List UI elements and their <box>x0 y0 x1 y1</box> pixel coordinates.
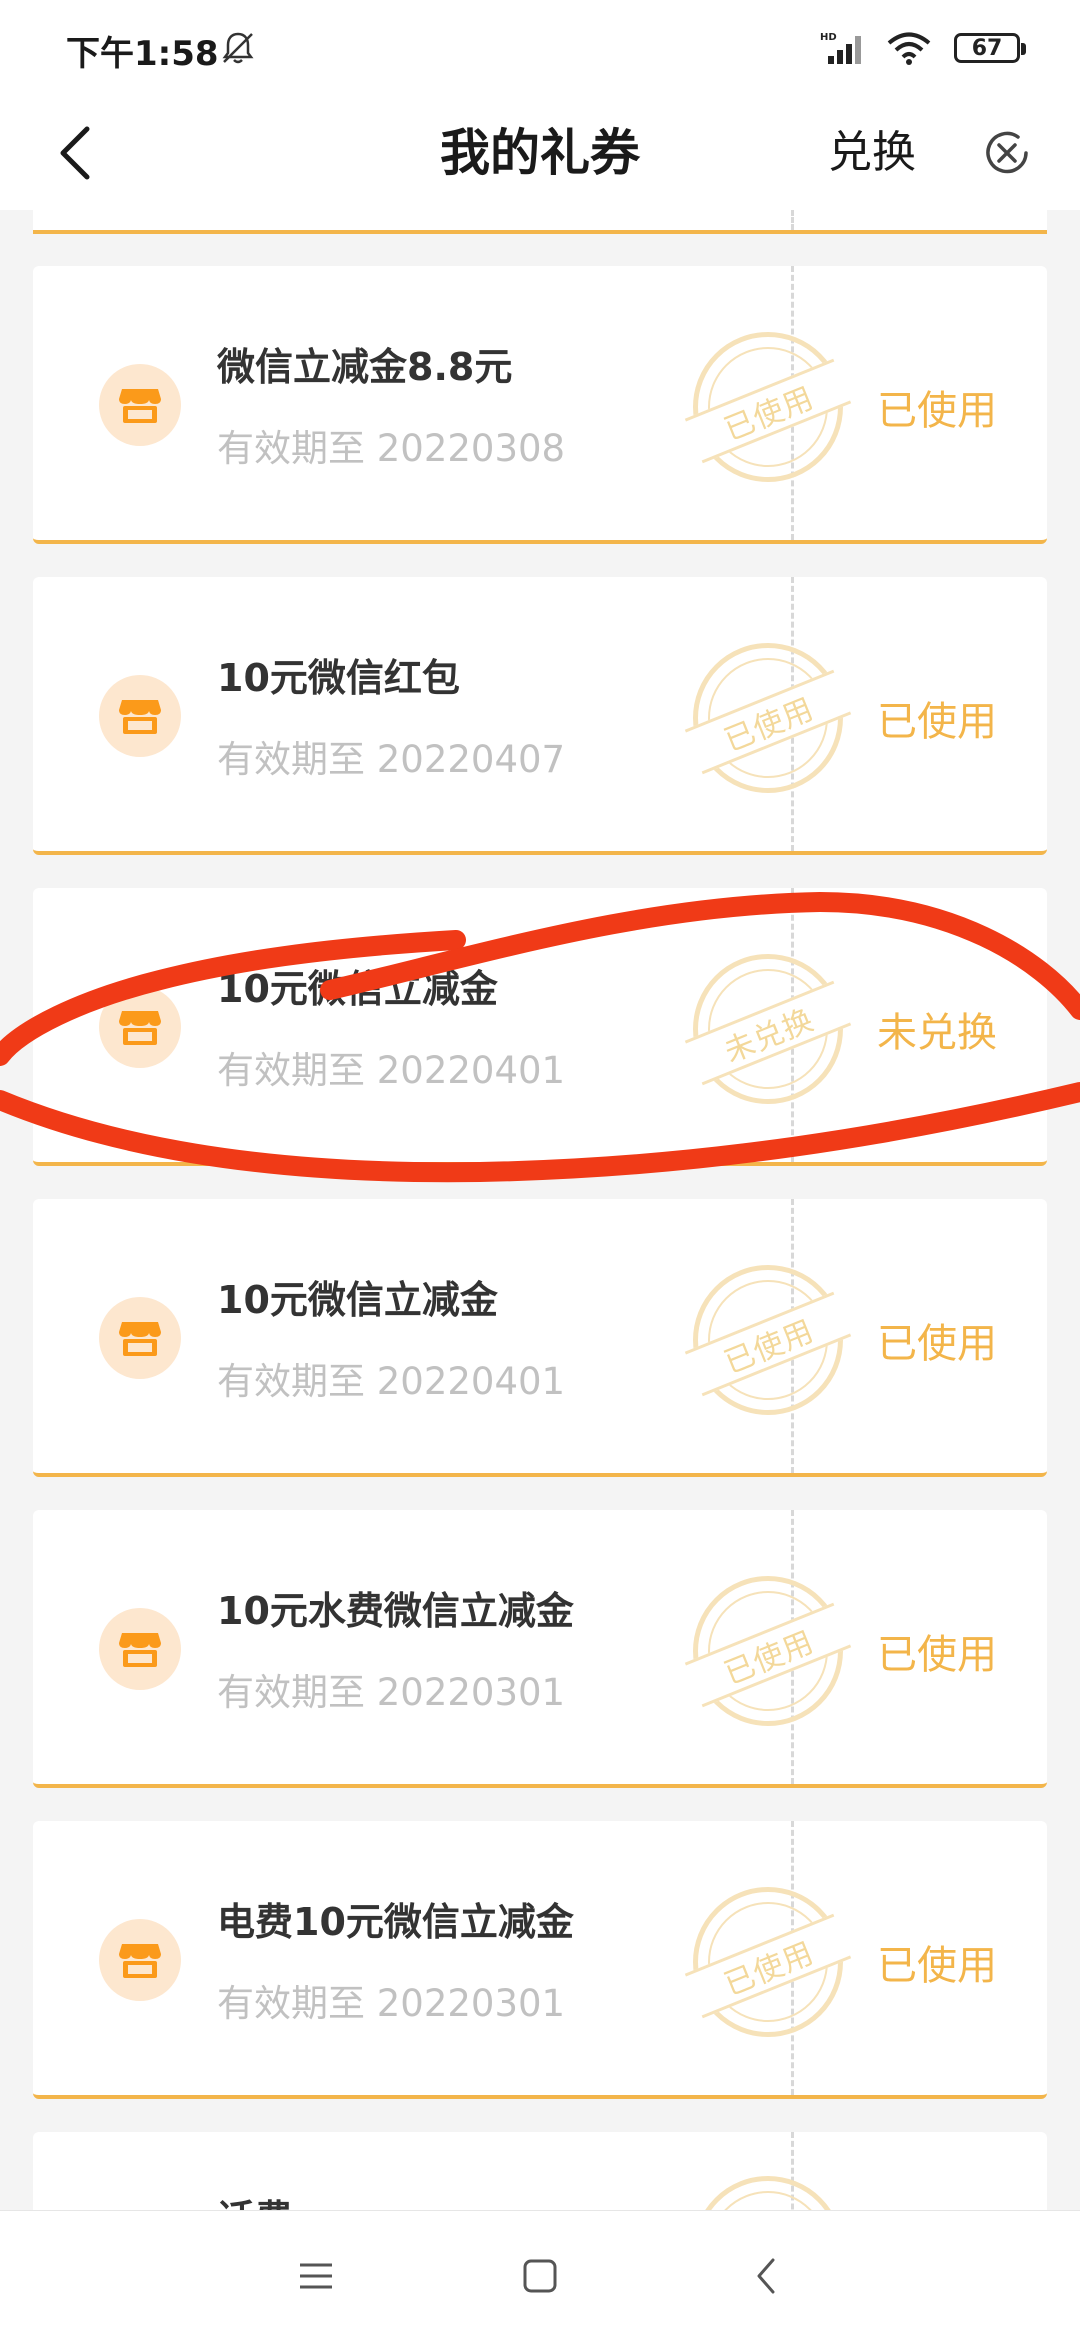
page-title: 我的礼券 <box>440 124 640 182</box>
exchange-button[interactable]: 兑换 <box>828 96 916 210</box>
used-stamp: 已使用 <box>684 1887 852 2037</box>
menu-button[interactable] <box>286 2246 346 2306</box>
coupon-expiry: 有效期至 20220401 <box>217 1360 566 1403</box>
coupon-card[interactable]: 电费10元微信立减金 有效期至 20220301 已使用 已使用 <box>33 1821 1047 2099</box>
coupon-name: 电费10元微信立减金 <box>217 1900 574 1944</box>
coupon-name: 10元水费微信立减金 <box>217 1589 574 1633</box>
back-button[interactable] <box>40 118 110 188</box>
coupon-expiry: 有效期至 20220401 <box>217 1049 566 1092</box>
used-stamp: 已使用 <box>684 643 852 793</box>
status-icons: HD 67 <box>820 28 1026 68</box>
coupon-status[interactable]: 已使用 <box>877 378 997 436</box>
coupon-expiry: 有效期至 20220301 <box>217 1982 566 2025</box>
coupon-status[interactable]: 已使用 <box>877 1311 997 1369</box>
system-back-button[interactable] <box>736 2246 796 2306</box>
coupon-expiry: 有效期至 20220407 <box>217 738 566 781</box>
stamp-text: 已使用 <box>684 358 852 464</box>
store-icon <box>99 1297 181 1379</box>
coupon-name: 10元微信红包 <box>217 656 460 700</box>
signal-hd-icon: HD <box>820 32 861 64</box>
store-icon <box>99 364 181 446</box>
back-triangle-icon <box>757 2258 775 2294</box>
used-stamp <box>693 2176 843 2210</box>
menu-icon <box>300 2263 332 2289</box>
store-icon <box>99 1608 181 1690</box>
close-button[interactable] <box>974 120 1040 186</box>
coupon-name: 10元微信立减金 <box>217 1278 498 1322</box>
wifi-icon <box>887 32 931 65</box>
store-icon <box>99 986 181 1068</box>
unredeemed-stamp: 未兑换 <box>684 954 852 1104</box>
coupon-status[interactable]: 已使用 <box>877 1622 997 1680</box>
coupon-status[interactable]: 未兑换 <box>877 1000 997 1058</box>
used-stamp: 已使用 <box>684 1576 852 1726</box>
status-bar: 下午1:58 HD 67 <box>0 0 1080 96</box>
coupon-card[interactable]: 10元微信立减金 有效期至 20220401 已使用 已使用 <box>33 1199 1047 1477</box>
close-circle-icon <box>986 131 1028 174</box>
stamp-text: 已使用 <box>684 1291 852 1397</box>
coupon-card-partial-top <box>33 210 1047 234</box>
system-nav-bar <box>0 2210 1080 2341</box>
nav-bar: 我的礼券 兑换 <box>0 96 1080 210</box>
store-icon <box>99 675 181 757</box>
coupon-card[interactable]: 10元微信红包 有效期至 20220407 已使用 已使用 <box>33 577 1047 855</box>
stamp-text: 未兑换 <box>684 980 852 1086</box>
used-stamp: 已使用 <box>684 332 852 482</box>
stamp-text: 已使用 <box>684 1913 852 2019</box>
store-icon <box>99 1919 181 2001</box>
coupon-name: 微信立减金8.8元 <box>217 345 513 389</box>
home-button[interactable] <box>510 2246 570 2306</box>
used-stamp: 已使用 <box>684 1265 852 1415</box>
chevron-left-icon <box>60 126 90 180</box>
coupon-name: 话费 <box>217 2188 293 2210</box>
coupon-card[interactable]: 10元微信立减金 有效期至 20220401 未兑换 未兑换 <box>33 888 1047 1166</box>
coupon-card-partial[interactable]: 话费 <box>33 2132 1047 2210</box>
coupon-status[interactable]: 已使用 <box>877 689 997 747</box>
coupon-status[interactable]: 已使用 <box>877 1933 997 1991</box>
stamp-text: 已使用 <box>684 1602 852 1708</box>
svg-text:HD: HD <box>820 32 837 43</box>
coupon-card[interactable]: 10元水费微信立减金 有效期至 20220301 已使用 已使用 <box>33 1510 1047 1788</box>
battery-level: 67 <box>971 35 1003 61</box>
coupon-name: 10元微信立减金 <box>217 967 498 1011</box>
coupon-list[interactable]: 微信立减金8.8元 有效期至 20220308 已使用 已使用 10元微信红包 … <box>0 210 1080 2210</box>
coupon-expiry: 有效期至 20220301 <box>217 1671 566 1714</box>
coupon-expiry: 有效期至 20220308 <box>217 427 566 470</box>
coupon-card[interactable]: 微信立减金8.8元 有效期至 20220308 已使用 已使用 <box>33 266 1047 544</box>
stamp-text: 已使用 <box>684 669 852 775</box>
bell-off-icon <box>222 32 254 64</box>
home-square-icon <box>523 2259 557 2293</box>
battery-icon: 67 <box>954 33 1026 63</box>
status-time: 下午1:58 <box>66 34 219 74</box>
